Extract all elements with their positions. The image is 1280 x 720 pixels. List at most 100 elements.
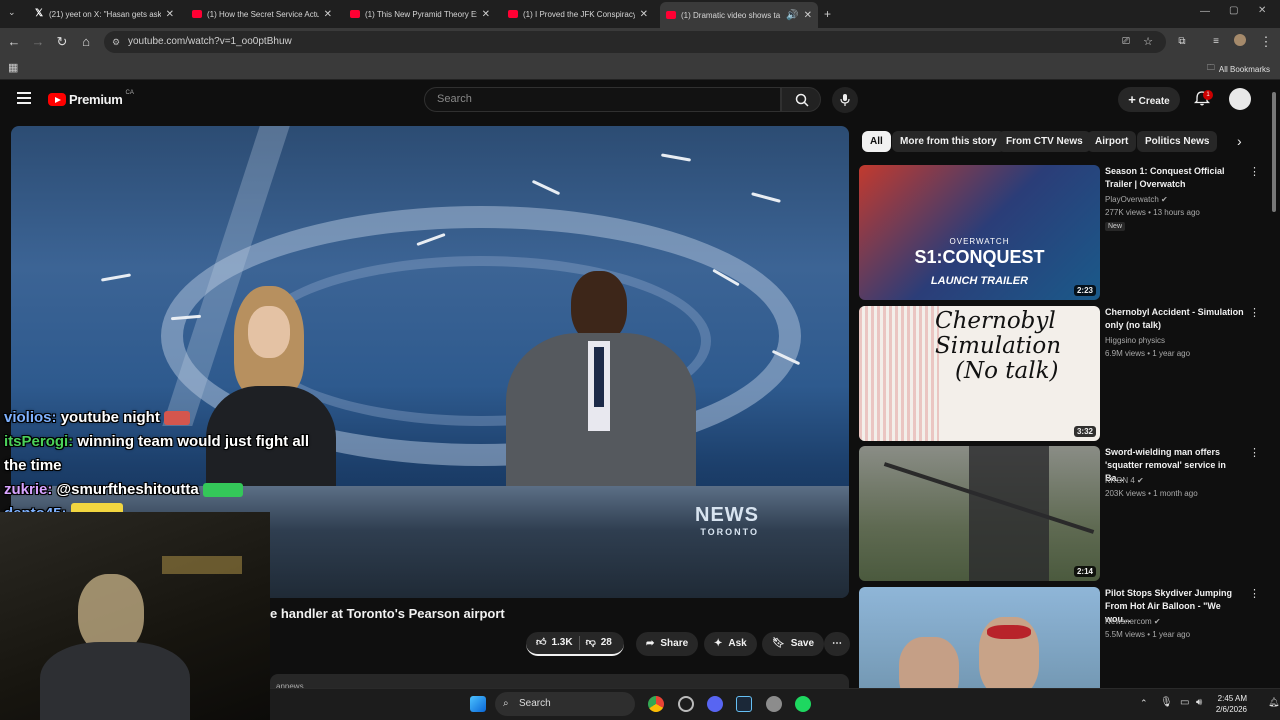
audio-icon[interactable]: 🔊 <box>786 10 798 21</box>
youtube-icon <box>508 10 518 18</box>
search-icon <box>795 93 809 107</box>
install-app-icon[interactable]: ⎚ <box>1118 34 1134 50</box>
channel-name[interactable]: KRON 4 ✔ <box>1105 476 1144 485</box>
new-badge: New <box>1105 222 1126 231</box>
app-icon[interactable] <box>678 696 694 712</box>
more-vertical-icon[interactable]: ⋮ <box>1249 165 1260 178</box>
back-icon[interactable]: ← <box>6 34 22 50</box>
all-bookmarks-button[interactable]: 🗀 All Bookmarks <box>1207 62 1270 76</box>
close-icon[interactable]: ✕ <box>324 9 332 20</box>
video-thumbnail[interactable]: 2:14 <box>859 446 1100 581</box>
airplane <box>751 192 781 203</box>
search-input[interactable]: Search <box>424 87 781 112</box>
forward-icon[interactable]: → <box>30 34 46 50</box>
chip-politics-news[interactable]: Politics News <box>1137 131 1218 152</box>
site-info-icon[interactable]: ⚙ <box>112 31 120 53</box>
bookmark-star-icon[interactable]: ☆ <box>1140 34 1156 50</box>
tab-5-active[interactable]: (1) Dramatic video shows ta 🔊 ✕ <box>660 2 818 28</box>
video-title[interactable]: Chernobyl Accident - Simulation only (no… <box>1105 306 1245 332</box>
media-icon[interactable]: ≡ <box>1208 34 1224 50</box>
new-tab-icon[interactable]: + <box>824 7 831 21</box>
recommendation-item[interactable]: Chernobyl Simulation (No talk) 3:32 Cher… <box>859 306 1269 442</box>
youtube-logo[interactable]: Premium CA <box>48 90 134 107</box>
volume-icon[interactable]: 🔊︎ <box>1196 697 1202 708</box>
video-title[interactable]: Season 1: Conquest Official Trailer | Ov… <box>1105 165 1245 191</box>
tray-chevron-icon[interactable]: ⌃ <box>1140 698 1148 709</box>
recommendation-item[interactable]: Pilot Stops Skydiver Jumping From Hot Ai… <box>859 587 1269 688</box>
tab-3[interactable]: (1) This New Pyramid Theory Ex ✕ <box>344 4 496 24</box>
close-icon[interactable]: ✕ <box>804 10 812 21</box>
url-input[interactable]: ⚙ youtube.com/watch?v=1_oo0ptBhuw <box>104 31 1166 53</box>
close-icon[interactable]: ✕ <box>166 9 174 20</box>
share-button[interactable]: ➦ Share <box>636 632 699 656</box>
video-thumbnail[interactable] <box>859 587 1100 688</box>
create-button[interactable]: + Create <box>1118 87 1180 112</box>
maximize-icon[interactable]: ▢ <box>1229 5 1238 16</box>
stream-chat-overlay: violios: youtube night itsPerogi: winnin… <box>4 406 334 526</box>
close-icon[interactable]: ✕ <box>640 9 648 20</box>
voice-search-button[interactable] <box>832 87 858 113</box>
taskbar-search[interactable]: ⌕ Search <box>495 692 635 716</box>
minimize-icon[interactable]: — <box>1200 6 1210 17</box>
discord-icon[interactable] <box>707 696 723 712</box>
tab-2[interactable]: (1) How the Secret Service Actu ✕ <box>186 4 338 24</box>
more-actions-button[interactable]: ⋯ <box>824 632 850 656</box>
more-vertical-icon[interactable]: ⋮ <box>1249 306 1260 319</box>
notification-center-icon[interactable]: 🔔︎ <box>1268 697 1279 708</box>
menu-kebab-icon[interactable]: ⋮ <box>1258 34 1274 50</box>
channel-name[interactable]: PlayOverwatch ✔ <box>1105 195 1168 204</box>
tab-list-chevron-icon[interactable]: ⌄ <box>8 7 16 18</box>
tab-4[interactable]: (1) I Proved the JFK Conspiracy ✕ <box>502 4 654 24</box>
youtube-icon <box>192 10 202 18</box>
youtube-icon <box>350 10 360 18</box>
more-horizontal-icon: ⋯ <box>832 638 842 649</box>
chip-airport[interactable]: Airport <box>1087 131 1137 152</box>
bookmarks-bar: ▦ 🗀 All Bookmarks <box>0 56 1280 80</box>
profile-icon[interactable] <box>1232 34 1248 50</box>
like-dislike-group: 👍︎ 1.3K 👎︎ 28 <box>526 632 624 656</box>
more-vertical-icon[interactable]: ⋮ <box>1249 587 1260 600</box>
menu-hamburger-icon[interactable] <box>17 92 31 106</box>
search-button[interactable] <box>781 87 821 112</box>
taskbar-clock[interactable]: 2:45 AM 2/6/2026 <box>1213 693 1247 715</box>
channel-name[interactable]: Newsnercom ✔ <box>1105 617 1161 626</box>
spotify-icon[interactable] <box>795 696 811 712</box>
chat-message: violios: youtube night <box>4 406 334 430</box>
ctv-news-logo: NEWS TORONTO <box>695 504 759 537</box>
verified-icon: ✔ <box>1137 476 1144 485</box>
thumbs-up-icon: 👍︎ <box>536 637 547 648</box>
scrollbar[interactable] <box>1272 92 1276 212</box>
thumbs-down-icon: 👎︎ <box>585 637 596 648</box>
channel-name[interactable]: Higgsino physics <box>1105 336 1165 345</box>
close-icon[interactable]: ✕ <box>482 9 490 20</box>
microphone-tray-icon[interactable]: 🎙︎ <box>1160 697 1173 708</box>
network-icon[interactable]: ▭ <box>1180 697 1189 708</box>
video-thumbnail[interactable]: OVERWATCH S1:CONQUEST LAUNCH TRAILER 2:2… <box>859 165 1100 300</box>
chip-all[interactable]: All <box>862 131 891 152</box>
chrome-icon[interactable] <box>648 696 664 712</box>
video-meta: 203K views • 1 month ago <box>1105 489 1198 498</box>
windows-start-icon[interactable] <box>470 696 486 712</box>
dislike-button[interactable]: 👎︎ 28 <box>586 631 612 655</box>
like-button[interactable]: 👍︎ 1.3K <box>536 631 573 655</box>
save-button[interactable]: 🔖︎ Save <box>762 632 825 656</box>
chip-from-ctv-news[interactable]: From CTV News <box>998 131 1091 152</box>
home-icon[interactable]: ⌂ <box>78 34 94 50</box>
browser-tab-bar: ⌄ 𝕏 (21) yeet on X: "Hasan gets aske ✕ (… <box>0 0 1280 28</box>
tab-1[interactable]: 𝕏 (21) yeet on X: "Hasan gets aske ✕ <box>28 4 180 24</box>
account-avatar[interactable] <box>1229 88 1251 110</box>
chip-more-from-story[interactable]: More from this story <box>892 131 1005 152</box>
more-vertical-icon[interactable]: ⋮ <box>1249 446 1260 459</box>
settings-icon[interactable] <box>766 696 782 712</box>
ask-button[interactable]: ✦ Ask <box>704 632 757 656</box>
youtube-icon <box>666 11 676 19</box>
recommendation-item[interactable]: OVERWATCH S1:CONQUEST LAUNCH TRAILER 2:2… <box>859 165 1269 301</box>
chevron-right-icon[interactable]: › <box>1237 133 1242 149</box>
apps-grid-icon[interactable]: ▦ <box>8 61 18 74</box>
video-thumbnail[interactable]: Chernobyl Simulation (No talk) 3:32 <box>859 306 1100 441</box>
extensions-icon[interactable]: ⧉ <box>1174 34 1190 50</box>
close-window-icon[interactable]: ✕ <box>1258 5 1266 16</box>
recommendation-item[interactable]: 2:14 Sword-wielding man offers 'squatter… <box>859 446 1269 582</box>
steam-icon[interactable] <box>736 696 752 712</box>
reload-icon[interactable]: ↻ <box>54 34 70 50</box>
